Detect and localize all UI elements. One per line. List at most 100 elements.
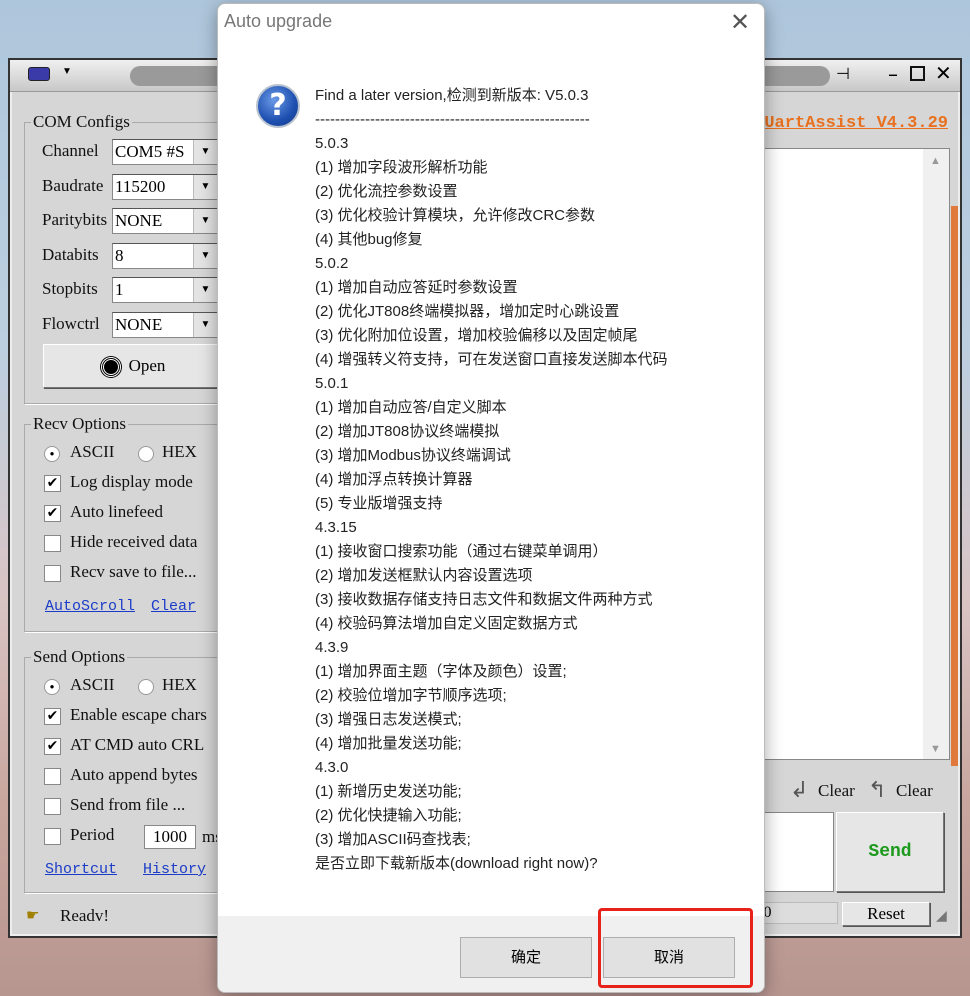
send-hex-radio[interactable] <box>138 679 154 695</box>
send-checkbox-2[interactable] <box>44 768 61 785</box>
scroll-down-icon[interactable]: ▼ <box>930 743 941 755</box>
message-line: (1) 增加自动应答延时参数设置 <box>315 279 518 296</box>
pointing-hand-icon: ☛ <box>26 906 40 924</box>
message-line: (3) 增加Modbus协议终端调试 <box>315 447 511 464</box>
stopbits-label: Stopbits <box>42 279 98 298</box>
chevron-down-icon[interactable]: ▼ <box>193 278 217 302</box>
send-checkbox-1[interactable]: ✔ <box>44 738 61 755</box>
send-ascii-radio[interactable]: ● <box>44 679 60 695</box>
message-line: (4) 校验码算法增加自定义固定数据方式 <box>315 615 578 632</box>
chevron-down-icon[interactable]: ▼ <box>193 312 217 337</box>
send-checkbox-label: Send from file ... <box>70 795 186 814</box>
open-port-button[interactable]: Open <box>43 344 223 388</box>
chevron-down-icon[interactable]: ▼ <box>193 243 217 268</box>
ok-button[interactable]: 确定 <box>460 937 592 978</box>
history-link[interactable]: History <box>143 861 206 878</box>
message-line: ----------------------------------------… <box>315 111 590 128</box>
chevron-down-icon[interactable]: ▼ <box>193 209 217 233</box>
recv-checkbox-label: Log display mode <box>70 472 193 491</box>
message-line: (3) 接收数据存储支持日志文件和数据文件两种方式 <box>315 591 653 608</box>
baudrate-value: 115200 <box>115 176 166 196</box>
send-hex-label: HEX <box>162 675 197 694</box>
open-label: Open <box>128 356 166 375</box>
dialog-close-icon[interactable]: ✕ <box>730 8 750 36</box>
clear-send-button[interactable]: Clear <box>896 781 933 801</box>
databits-value: 8 <box>115 245 124 265</box>
recv-clear-link[interactable]: Clear <box>151 598 196 615</box>
recv-checkbox-label: Auto linefeed <box>70 502 163 521</box>
send-checkbox-4[interactable] <box>44 828 61 845</box>
baudrate-select[interactable]: 115200 ▼ <box>112 173 218 200</box>
cancel-highlight-box <box>598 908 753 988</box>
channel-value: COM5 #S <box>115 142 185 161</box>
channel-select[interactable]: COM5 #S ▼ <box>112 139 218 165</box>
chevron-down-icon[interactable]: ▼ <box>193 140 217 164</box>
app-title-link[interactable]: UartAssist V4.3.29 <box>764 114 948 133</box>
channel-label: Channel <box>42 141 99 160</box>
scroll-up-icon[interactable]: ▲ <box>930 155 941 167</box>
send-checkbox-label: Auto append bytes <box>70 765 198 784</box>
flowctrl-label: Flowctrl <box>42 313 100 333</box>
flowctrl-select[interactable]: NONE ▼ <box>112 311 218 338</box>
recv-hex-radio[interactable] <box>138 446 154 462</box>
send-options-title: Send Options <box>31 647 128 667</box>
recv-checkbox-3[interactable] <box>44 565 61 582</box>
recv-checkbox-label: Recv save to file... <box>70 562 197 581</box>
receive-area[interactable]: ▲ ▼ <box>750 148 950 760</box>
message-line: (2) 增加JT808协议终端模拟 <box>315 423 500 440</box>
message-line: (1) 新增历史发送功能; <box>315 783 462 800</box>
period-input[interactable]: 1000 <box>144 825 196 849</box>
receive-scrollbar[interactable]: ▲ ▼ <box>923 149 949 759</box>
message-line: (2) 校验位增加字节顺序选项; <box>315 687 507 704</box>
recv-hex-label: HEX <box>162 442 197 461</box>
message-line: (3) 增强日志发送模式; <box>315 711 462 728</box>
com-configs-title: COM Configs <box>31 112 132 132</box>
message-line: (5) 专业版增强支持 <box>315 495 443 512</box>
send-ascii-label: ASCII <box>70 675 115 694</box>
message-line: (1) 增加自动应答/自定义脚本 <box>315 399 507 416</box>
message-line: (1) 接收窗口搜索功能（通过右键菜单调用） <box>315 543 608 560</box>
resize-grip-icon[interactable]: ◢ <box>936 908 947 925</box>
question-icon: ? <box>256 84 300 128</box>
paritybits-value: NONE <box>115 211 163 230</box>
clear-recv-button[interactable]: Clear <box>818 781 855 801</box>
app-menu-icon[interactable] <box>28 67 50 81</box>
message-line: (4) 增加批量发送功能; <box>315 735 462 752</box>
recv-ascii-radio[interactable]: ● <box>44 446 60 462</box>
message-line: 5.0.3 <box>315 135 349 152</box>
send-button[interactable]: Send <box>836 812 944 892</box>
close-icon[interactable]: ✕ <box>935 61 952 85</box>
autoscroll-link[interactable]: AutoScroll <box>45 598 135 615</box>
recv-checkbox-0[interactable]: ✔ <box>44 475 61 492</box>
recv-checkbox-1[interactable]: ✔ <box>44 505 61 522</box>
stopbits-value: 1 <box>115 280 124 299</box>
recv-checkbox-2[interactable] <box>44 535 61 552</box>
reset-button[interactable]: Reset <box>842 902 930 926</box>
flowctrl-value: NONE <box>115 314 163 334</box>
message-line: 5.0.1 <box>315 375 349 392</box>
chevron-down-icon[interactable]: ▼ <box>193 174 217 199</box>
message-line: (2) 优化快捷输入功能; <box>315 807 462 824</box>
send-checkbox-3[interactable] <box>44 798 61 815</box>
menu-dropdown-icon[interactable]: ▼ <box>62 66 72 77</box>
maximize-icon[interactable] <box>910 66 925 81</box>
minimize-icon[interactable]: – <box>888 62 898 86</box>
status-text: Readv! <box>60 906 110 925</box>
stopbits-select[interactable]: 1 ▼ <box>112 277 218 303</box>
pin-icon[interactable]: ⊣ <box>836 64 850 83</box>
recv-ascii-label: ASCII <box>70 442 115 461</box>
message-line: (4) 增加浮点转换计算器 <box>315 471 473 488</box>
paritybits-label: Paritybits <box>42 210 108 229</box>
message-line: Find a later version,检测到新版本: V5.0.3 <box>315 87 589 104</box>
baudrate-label: Baudrate <box>42 175 104 195</box>
upgrade-message: Find a later version,检测到新版本: V5.0.3 -----… <box>315 84 755 876</box>
clear-send-icon[interactable]: ↰ <box>868 778 886 803</box>
message-line: (1) 增加字段波形解析功能 <box>315 159 488 176</box>
databits-select[interactable]: 8 ▼ <box>112 242 218 269</box>
shortcut-link[interactable]: Shortcut <box>45 861 117 878</box>
send-checkbox-label: Period <box>70 825 115 844</box>
paritybits-select[interactable]: NONE ▼ <box>112 208 218 234</box>
send-checkbox-0[interactable]: ✔ <box>44 708 61 725</box>
message-line: (2) 增加发送框默认内容设置选项 <box>315 567 533 584</box>
clear-recv-icon[interactable]: ↲ <box>790 778 808 803</box>
